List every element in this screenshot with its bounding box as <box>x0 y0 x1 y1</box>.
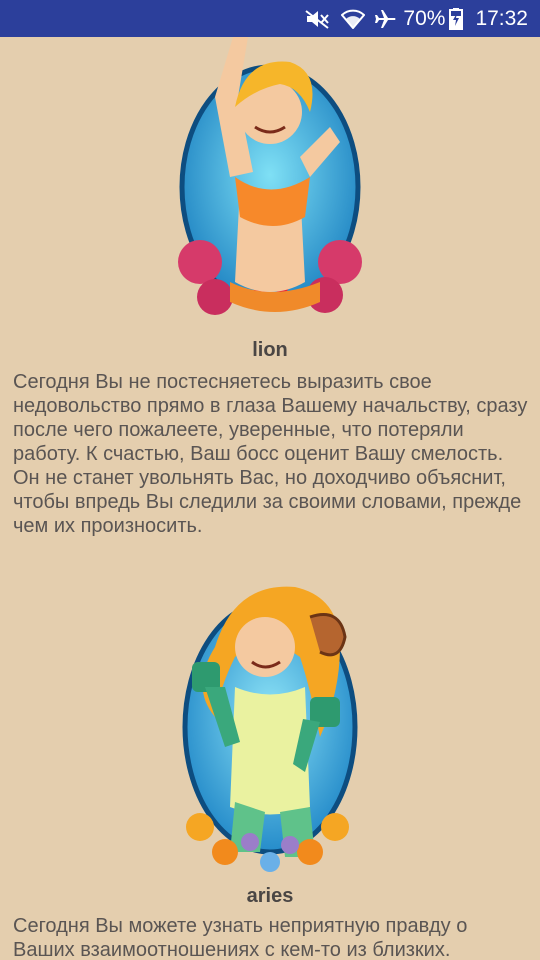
horoscope-text: Сегодня Вы не постесняетесь выразить сво… <box>13 371 528 537</box>
battery-percent: 70% <box>403 6 446 30</box>
horoscope-card-lion: lion Сегодня Вы не постесняетесь выразит… <box>0 37 540 557</box>
sign-name: aries <box>246 885 294 907</box>
status-bar: 70% 17:32 <box>0 0 540 37</box>
sign-name: lion <box>252 339 288 361</box>
horoscope-list[interactable]: lion Сегодня Вы не постесняетесь выразит… <box>0 37 540 960</box>
horoscope-card-aries: aries Сегодня Вы можете узнать неприятну… <box>0 577 540 960</box>
clock: 17:32 <box>475 6 528 30</box>
battery-icon <box>449 7 464 30</box>
wifi-icon <box>341 9 366 29</box>
mute-icon <box>305 9 331 29</box>
lion-illustration <box>178 37 362 315</box>
aries-illustration <box>182 586 358 872</box>
airplane-icon <box>375 9 397 29</box>
horoscope-text: Сегодня Вы можете узнать неприятную прав… <box>13 915 468 960</box>
